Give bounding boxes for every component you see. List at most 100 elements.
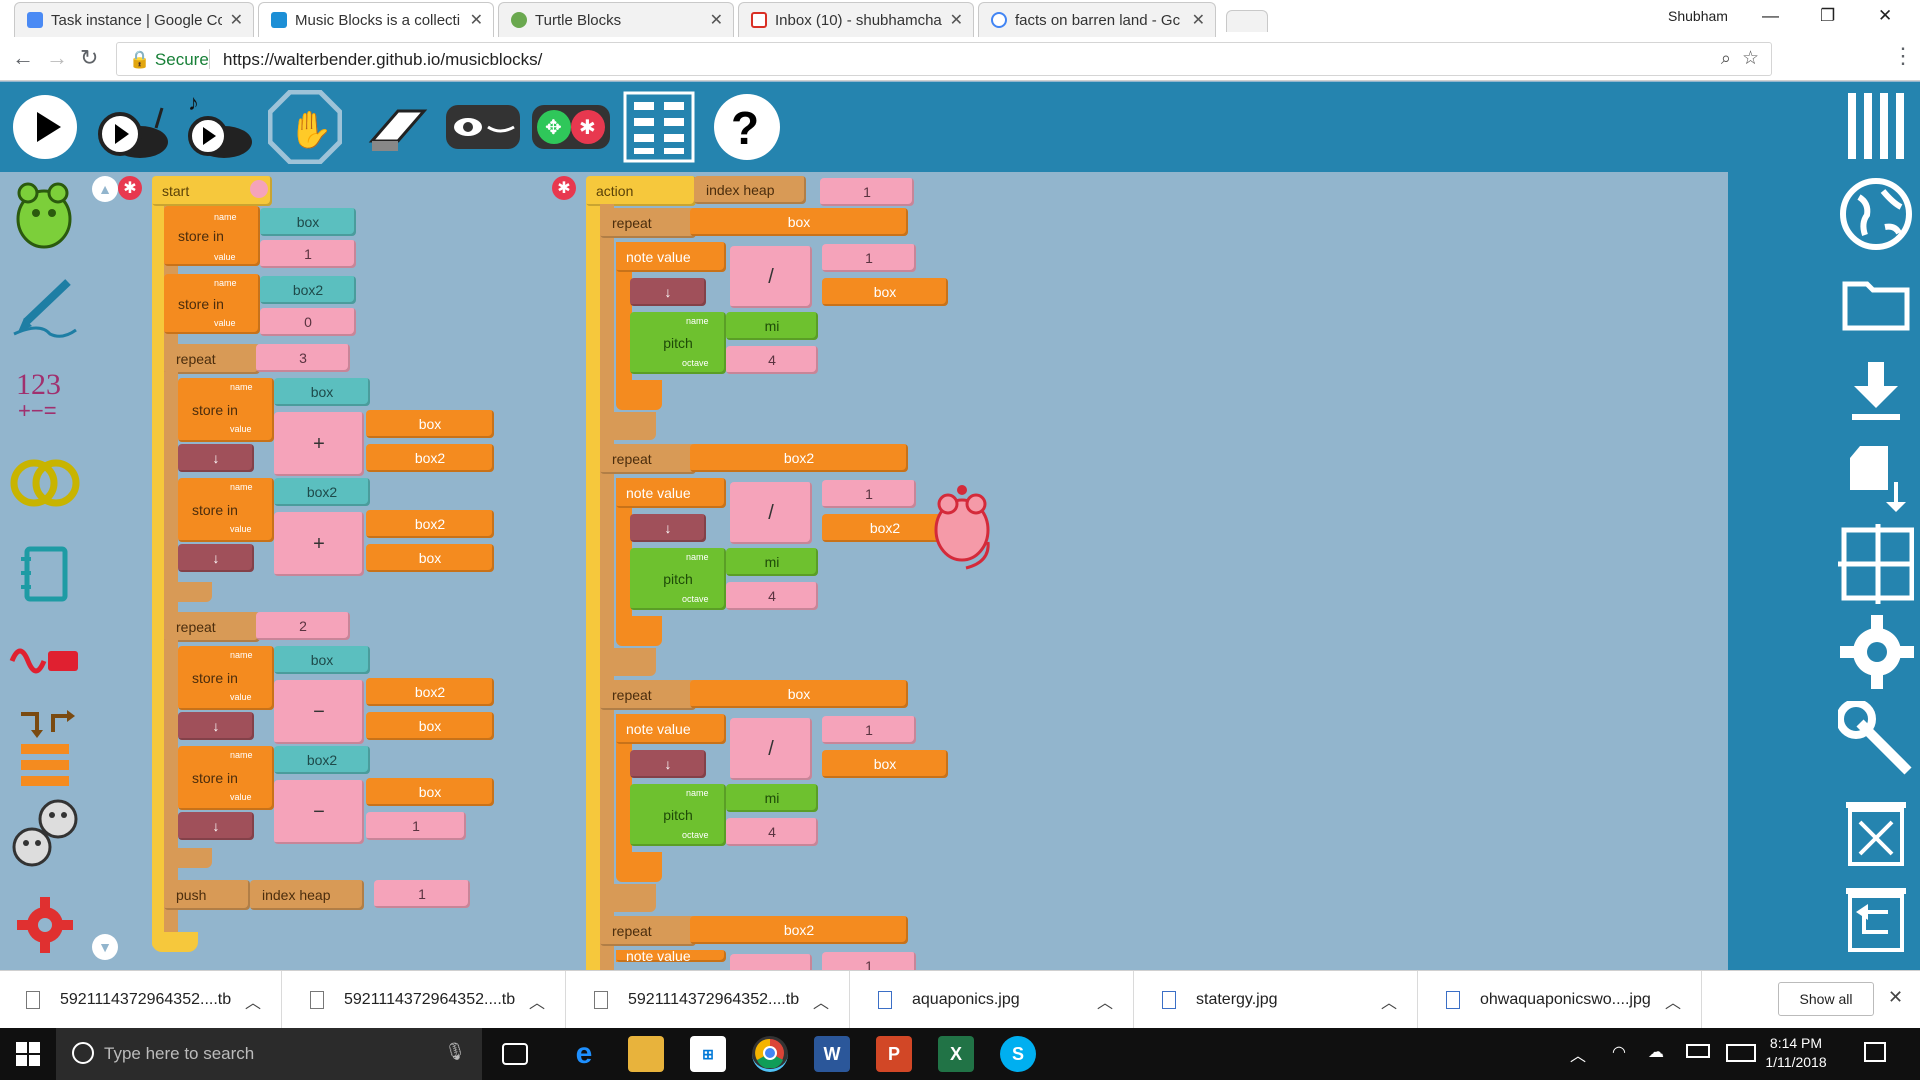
wifi-icon[interactable]: ◠ <box>1612 1042 1626 1062</box>
show-all-button[interactable]: Show all <box>1778 982 1874 1016</box>
file-icon <box>594 991 608 1009</box>
param-tag: name <box>686 552 709 562</box>
mouse-turtle[interactable] <box>930 482 1002 577</box>
restore-icon <box>1846 888 1906 952</box>
number-block[interactable]: 4 <box>726 346 818 374</box>
box-value-block[interactable]: box <box>690 680 908 708</box>
new-project-button[interactable] <box>1838 440 1914 516</box>
param-tag: name <box>686 316 709 326</box>
divide-operator-block[interactable]: / <box>730 718 812 780</box>
pitch-block[interactable]: pitch <box>630 784 726 846</box>
repeat-block[interactable]: repeat <box>600 680 696 710</box>
powerpoint-icon[interactable]: P <box>876 1036 912 1072</box>
repeat-block[interactable]: repeat <box>600 916 696 946</box>
word-icon[interactable]: W <box>814 1036 850 1072</box>
download-bar: 5921114372964352....tb ︿ 5921114372964352… <box>0 970 1920 1029</box>
bookmark-star-icon[interactable]: ☆ <box>1742 47 1759 70</box>
number-block[interactable]: 4 <box>726 818 818 846</box>
divide-operator-block[interactable]: / <box>730 482 812 544</box>
repeat-block[interactable]: repeat <box>600 444 696 474</box>
number-block[interactable]: 4 <box>726 582 818 610</box>
excel-icon[interactable]: X <box>938 1036 974 1072</box>
download-item[interactable]: 5921114372964352....tb ︿ <box>284 971 566 1029</box>
tools-button[interactable] <box>1838 701 1914 778</box>
chrome-menu-icon[interactable]: ⋮ <box>1892 43 1914 69</box>
download-item[interactable]: aquaponics.jpg ︿ <box>852 971 1134 1029</box>
pitch-name-block[interactable]: mi <box>726 784 818 812</box>
repeat-block[interactable]: repeat <box>600 208 696 238</box>
grid-button[interactable] <box>1838 524 1914 604</box>
note-value-block[interactable]: note value <box>616 478 726 508</box>
task-view-icon[interactable] <box>502 1043 528 1065</box>
menu-bars-button[interactable] <box>1838 88 1914 164</box>
taskbar-search-input[interactable]: Type here to search 🎙 <box>56 1028 482 1080</box>
menu-bars-icon <box>1848 93 1904 159</box>
image-file-icon <box>1446 991 1460 1009</box>
tab-music-blocks[interactable]: Music Blocks is a collecti ✕ <box>258 2 494 37</box>
tray-chevron-icon[interactable]: ︿ <box>1570 1042 1586 1066</box>
box-value-block[interactable]: box <box>822 278 948 306</box>
notifications-icon[interactable] <box>1864 1042 1886 1062</box>
open-file-button[interactable] <box>1838 264 1914 340</box>
chevron-up-icon[interactable]: ︿ <box>1665 989 1681 1013</box>
restore-trash-button[interactable] <box>1838 880 1914 956</box>
arg-arrow-block[interactable]: ↓ <box>630 750 706 778</box>
number-block[interactable]: 1 <box>822 716 916 744</box>
chevron-up-icon[interactable]: ︿ <box>529 989 545 1013</box>
minimize-icon[interactable]: — <box>1762 6 1779 26</box>
save-button[interactable] <box>1838 352 1914 428</box>
box-value-block[interactable]: box2 <box>690 444 908 472</box>
box-value-block[interactable]: box <box>690 208 908 236</box>
language-button[interactable] <box>1838 176 1914 252</box>
box-value-block[interactable]: box <box>822 750 948 778</box>
close-download-bar-icon[interactable]: ✕ <box>1888 987 1903 1008</box>
chrome-icon[interactable] <box>752 1036 788 1072</box>
chevron-up-icon[interactable]: ︿ <box>813 989 829 1013</box>
globe-icon <box>1840 178 1912 250</box>
download-item[interactable]: statergy.jpg ︿ <box>1136 971 1418 1029</box>
repeat-foot <box>600 648 656 676</box>
folder-icon <box>1842 281 1910 331</box>
restore-icon[interactable]: ❐ <box>1820 6 1835 26</box>
arg-arrow-block[interactable]: ↓ <box>630 514 706 542</box>
chevron-up-icon[interactable]: ︿ <box>1381 989 1397 1013</box>
box-value-block[interactable]: box2 <box>690 916 908 944</box>
onedrive-icon[interactable]: ☁ <box>1648 1042 1664 1062</box>
battery-icon[interactable] <box>1686 1044 1710 1058</box>
download-item[interactable]: ohwaquaponicswo....jpg ︿ <box>1420 971 1702 1029</box>
download-item[interactable]: 5921114372964352....tb ︿ <box>0 971 282 1029</box>
pitch-block[interactable]: pitch <box>630 312 726 374</box>
close-tab-icon[interactable]: ✕ <box>470 10 483 30</box>
number-block[interactable]: 1 <box>822 952 916 970</box>
note-value-block[interactable]: note value <box>616 714 726 744</box>
download-item[interactable]: 5921114372964352....tb ︿ <box>568 971 850 1029</box>
file-explorer-icon[interactable] <box>628 1036 664 1072</box>
param-tag: octave <box>682 830 709 840</box>
note-value-block[interactable]: note value <box>616 949 726 963</box>
note-value-foot <box>616 852 662 882</box>
number-block[interactable]: 1 <box>822 244 916 272</box>
taskbar-clock[interactable]: 8:14 PM 1/11/2018 <box>1744 1034 1848 1072</box>
note-value-block[interactable]: note value <box>616 242 726 272</box>
pitch-name-block[interactable]: mi <box>726 548 818 576</box>
windows-start-icon[interactable] <box>16 1042 40 1071</box>
trash-button[interactable] <box>1838 794 1914 870</box>
number-block[interactable]: 1 <box>822 480 916 508</box>
chevron-up-icon[interactable]: ︿ <box>1097 989 1113 1013</box>
chevron-up-icon[interactable]: ︿ <box>245 989 261 1013</box>
store-icon[interactable]: ⊞ <box>690 1036 726 1072</box>
pitch-block[interactable]: pitch <box>630 548 726 610</box>
arg-arrow-block[interactable]: ↓ <box>630 278 706 306</box>
edge-icon[interactable]: e <box>566 1036 602 1072</box>
tab-title: Music Blocks is a collecti <box>295 11 461 29</box>
repeat-foot <box>600 412 656 440</box>
trash-icon <box>1846 802 1906 866</box>
skype-icon[interactable]: S <box>1000 1036 1036 1072</box>
close-window-icon[interactable]: ✕ <box>1878 6 1892 26</box>
divide-operator-block[interactable]: / <box>730 246 812 308</box>
settings-button[interactable] <box>1838 614 1914 690</box>
pitch-name-block[interactable]: mi <box>726 312 818 340</box>
divide-operator-block[interactable]: / <box>730 954 812 970</box>
microphone-icon[interactable]: 🎙 <box>444 1042 466 1062</box>
repeat-body <box>600 710 614 906</box>
